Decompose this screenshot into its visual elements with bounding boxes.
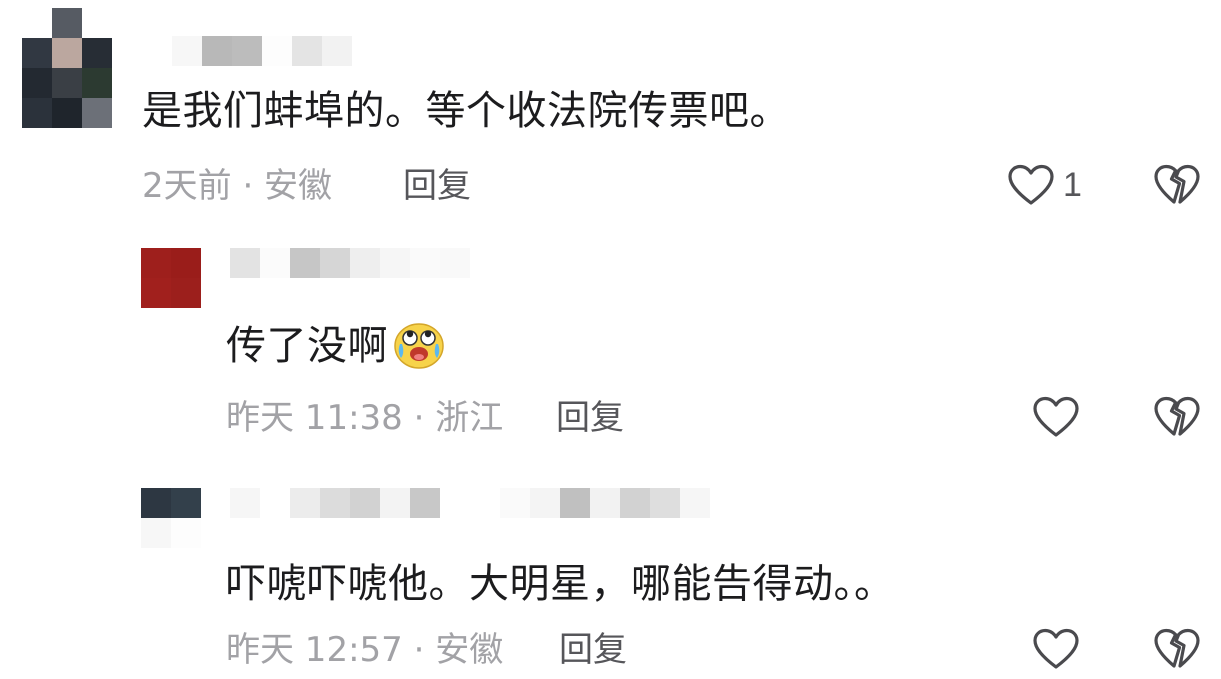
like-button[interactable] bbox=[1032, 628, 1080, 670]
heart-outline-icon bbox=[1033, 628, 1079, 669]
comment-text: 传了没啊 bbox=[226, 320, 446, 372]
crying-laughing-emoji-icon bbox=[394, 323, 444, 369]
dislike-button[interactable] bbox=[1153, 164, 1201, 206]
username-blurred[interactable] bbox=[230, 248, 470, 278]
comment-meta: 昨天 11:38 · 浙江 bbox=[226, 398, 504, 438]
reply-button[interactable]: 回复 bbox=[556, 396, 624, 440]
avatar[interactable] bbox=[22, 8, 112, 128]
broken-heart-icon bbox=[1154, 396, 1200, 436]
heart-outline-icon bbox=[1008, 164, 1054, 205]
username-blurred[interactable] bbox=[230, 488, 710, 518]
heart-outline-icon bbox=[1033, 396, 1079, 437]
comment-text: 是我们蚌埠的。等个收法院传票吧。 bbox=[142, 88, 790, 134]
like-count: 1 bbox=[1063, 165, 1082, 204]
comment-meta: 2天前 · 安徽 bbox=[142, 166, 333, 206]
broken-heart-icon bbox=[1154, 164, 1200, 204]
dislike-button[interactable] bbox=[1153, 396, 1201, 438]
broken-heart-icon bbox=[1154, 628, 1200, 668]
dislike-button[interactable] bbox=[1153, 628, 1201, 670]
avatar[interactable] bbox=[141, 248, 201, 308]
comment-text-content: 传了没啊 bbox=[226, 323, 388, 369]
reply-button[interactable]: 回复 bbox=[403, 164, 471, 208]
like-button[interactable] bbox=[1032, 396, 1080, 438]
comment-text: 吓唬吓唬他。大明星，哪能告得动。。 bbox=[226, 561, 895, 607]
avatar[interactable] bbox=[141, 488, 201, 548]
like-button[interactable]: 1 bbox=[1007, 164, 1082, 206]
username-blurred[interactable] bbox=[172, 36, 352, 66]
comment-meta: 昨天 12:57 · 安徽 bbox=[226, 630, 504, 670]
reply-button[interactable]: 回复 bbox=[559, 628, 627, 672]
